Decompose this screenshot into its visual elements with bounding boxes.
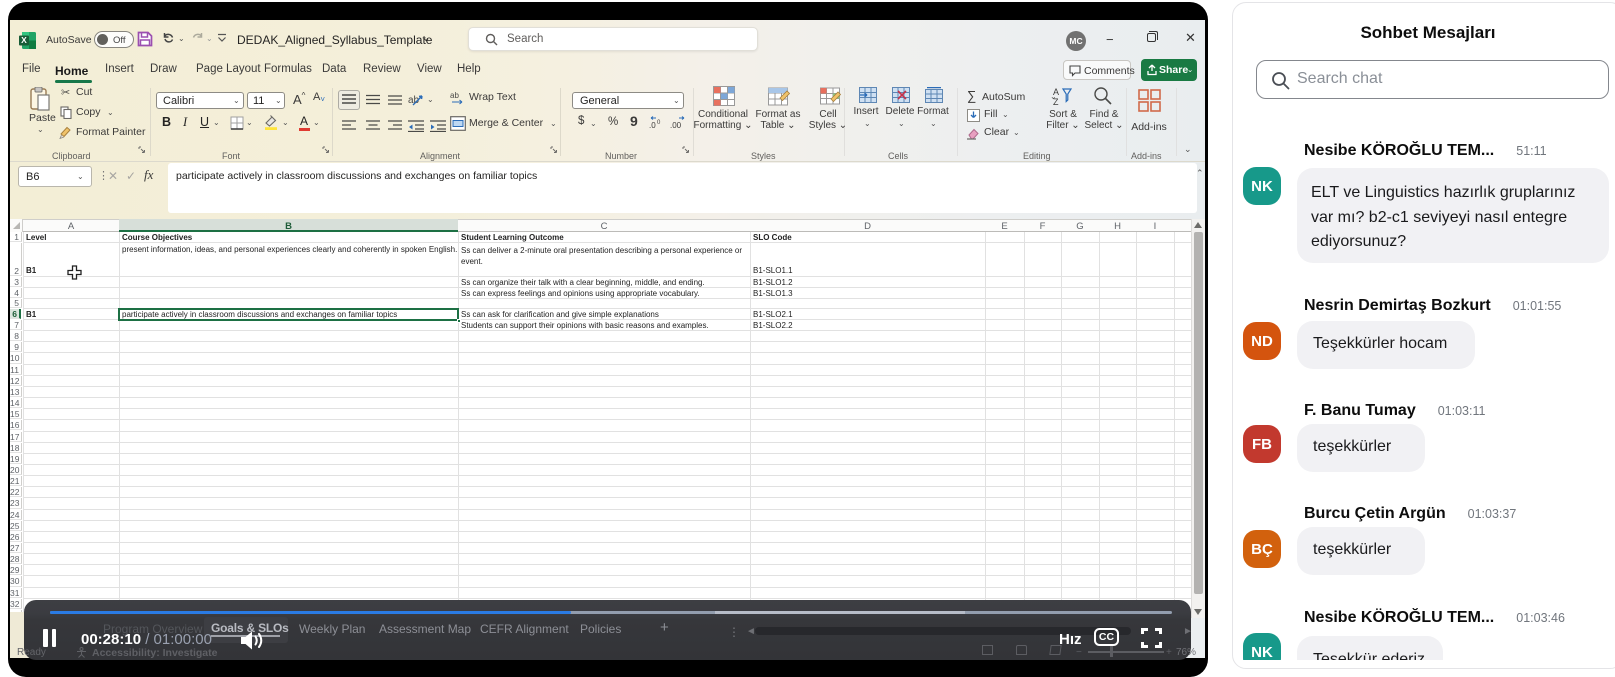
svg-text:Z: Z [1053, 97, 1059, 106]
svg-text:X: X [21, 35, 27, 45]
svg-text:.0: .0 [649, 121, 656, 130]
svg-text:0: 0 [657, 120, 661, 126]
svg-text:A: A [1053, 87, 1059, 97]
svg-text:ab: ab [450, 91, 459, 100]
